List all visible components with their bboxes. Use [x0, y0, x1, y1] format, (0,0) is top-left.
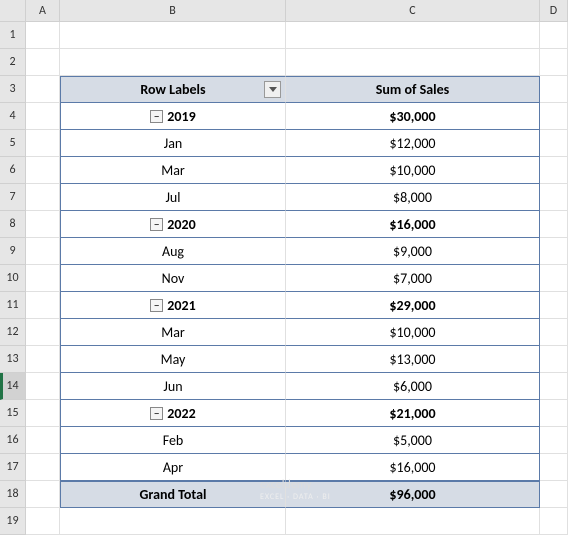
month-cell[interactable]: Aug	[60, 238, 286, 265]
month-cell[interactable]: Feb	[60, 427, 286, 454]
month-cell[interactable]: Jun	[60, 373, 286, 400]
year-group-2019[interactable]: −2019	[60, 103, 286, 130]
value-cell[interactable]: $6,000	[286, 373, 540, 400]
value-cell[interactable]: $7,000	[286, 265, 540, 292]
row-header[interactable]: 5	[0, 130, 25, 157]
row-header[interactable]: 18	[0, 481, 25, 508]
row-header[interactable]: 9	[0, 238, 25, 265]
row-header[interactable]: 2	[0, 49, 25, 76]
month-cell[interactable]: Mar	[60, 157, 286, 184]
row-header[interactable]: 4	[0, 103, 25, 130]
col-header[interactable]: A	[26, 0, 60, 22]
month-cell[interactable]: Jan	[60, 130, 286, 157]
row-header[interactable]: 3	[0, 76, 25, 103]
value-cell[interactable]: $16,000	[286, 454, 540, 481]
grand-total-value[interactable]: $96,000	[286, 481, 540, 508]
year-subtotal[interactable]: $21,000	[286, 400, 540, 427]
col-header[interactable]: B	[60, 0, 286, 22]
pivot-sum-header[interactable]: Sum of Sales	[286, 76, 540, 103]
year-group-2021[interactable]: −2021	[60, 292, 286, 319]
pivot-row-labels-header[interactable]: Row Labels	[60, 76, 286, 103]
year-group-2022[interactable]: −2022	[60, 400, 286, 427]
row-header[interactable]: 12	[0, 319, 25, 346]
spreadsheet-grid[interactable]: Row Labels Sum of Sales −2019 $30,000 Ja…	[26, 22, 568, 535]
year-group-2020[interactable]: −2020	[60, 211, 286, 238]
value-cell[interactable]: $8,000	[286, 184, 540, 211]
collapse-icon[interactable]: −	[150, 218, 163, 231]
row-header[interactable]: 13	[0, 346, 25, 373]
row-header[interactable]: 14	[0, 373, 25, 400]
col-header[interactable]: D	[540, 0, 568, 22]
row-header[interactable]: 11	[0, 292, 25, 319]
collapse-icon[interactable]: −	[150, 110, 163, 123]
row-header[interactable]: 7	[0, 184, 25, 211]
value-cell[interactable]: $13,000	[286, 346, 540, 373]
row-header[interactable]: 15	[0, 400, 25, 427]
chevron-down-icon	[269, 87, 277, 92]
month-cell[interactable]: Apr	[60, 454, 286, 481]
year-subtotal[interactable]: $29,000	[286, 292, 540, 319]
row-header[interactable]: 19	[0, 508, 25, 535]
value-cell[interactable]: $12,000	[286, 130, 540, 157]
month-cell[interactable]: Jul	[60, 184, 286, 211]
month-cell[interactable]: Nov	[60, 265, 286, 292]
filter-dropdown-button[interactable]	[264, 81, 281, 98]
year-subtotal[interactable]: $30,000	[286, 103, 540, 130]
col-header[interactable]: C	[286, 0, 540, 22]
grand-total-label[interactable]: Grand Total	[60, 481, 286, 508]
row-header[interactable]: 16	[0, 427, 25, 454]
value-cell[interactable]: $9,000	[286, 238, 540, 265]
row-header[interactable]: 1	[0, 22, 25, 49]
row-header[interactable]: 17	[0, 454, 25, 481]
row-header[interactable]: 10	[0, 265, 25, 292]
select-all-corner[interactable]	[0, 0, 25, 22]
year-subtotal[interactable]: $16,000	[286, 211, 540, 238]
value-cell[interactable]: $10,000	[286, 319, 540, 346]
month-cell[interactable]: Mar	[60, 319, 286, 346]
month-cell[interactable]: May	[60, 346, 286, 373]
row-labels-text: Row Labels	[140, 81, 205, 98]
collapse-icon[interactable]: −	[150, 299, 163, 312]
row-header[interactable]: 8	[0, 211, 25, 238]
row-header[interactable]: 6	[0, 157, 25, 184]
value-cell[interactable]: $5,000	[286, 427, 540, 454]
collapse-icon[interactable]: −	[150, 407, 163, 420]
value-cell[interactable]: $10,000	[286, 157, 540, 184]
